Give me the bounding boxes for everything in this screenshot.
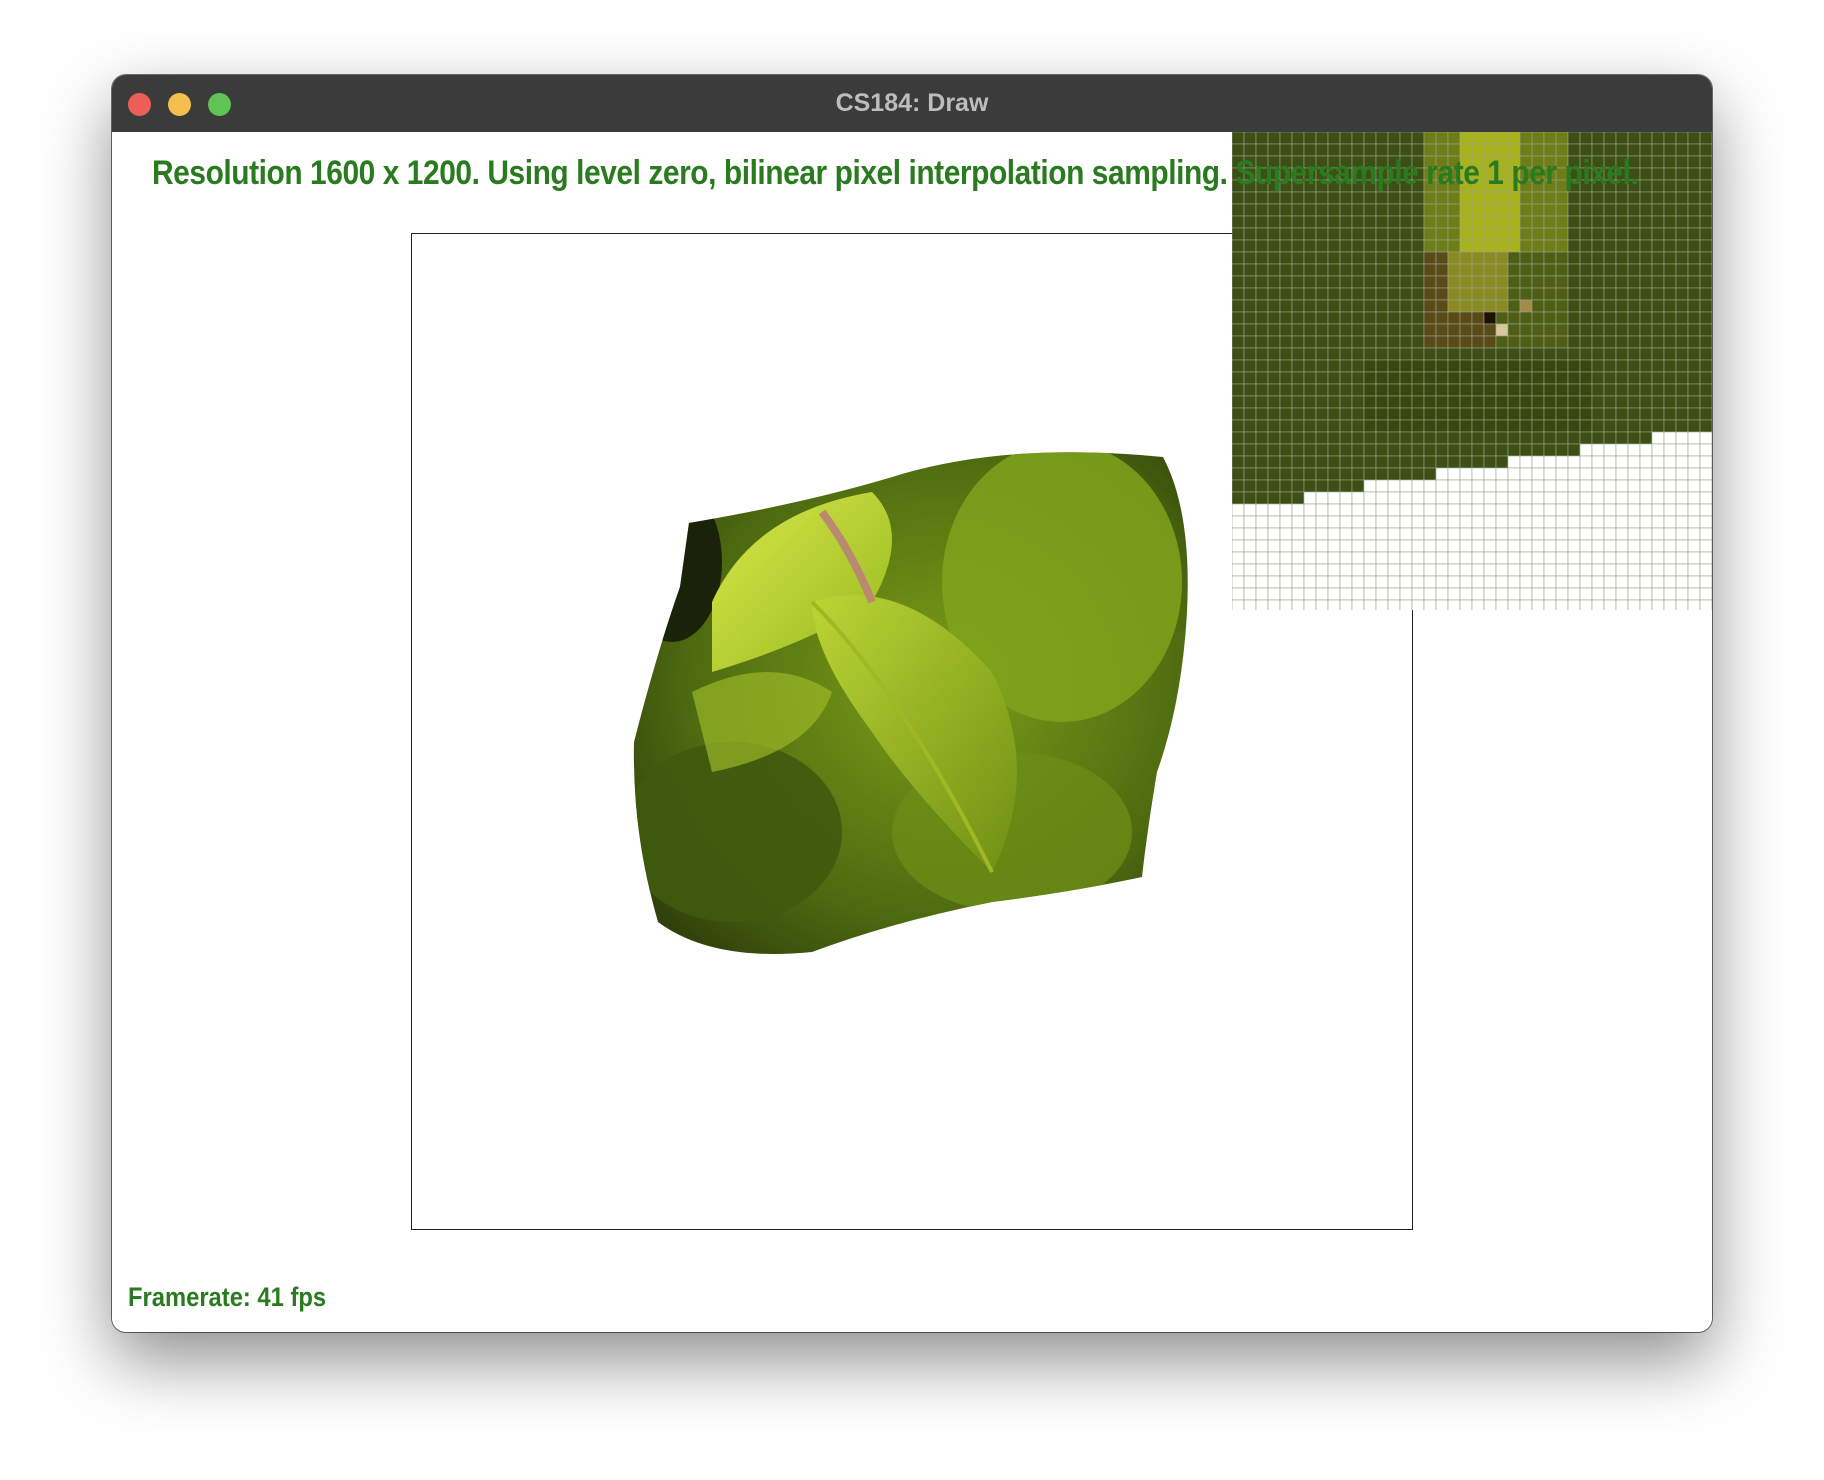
- app-window: CS184: Draw Resolution 1600 x 1200. Usin…: [112, 75, 1712, 1332]
- zoom-grid: [1232, 132, 1712, 610]
- leaf-photo: [633, 452, 1188, 954]
- pixel-inspector-zoom[interactable]: [1232, 132, 1712, 610]
- render-status-text: Resolution 1600 x 1200. Using level zero…: [152, 154, 1639, 192]
- title-bar[interactable]: CS184: Draw: [112, 75, 1712, 133]
- draw-canvas[interactable]: Resolution 1600 x 1200. Using level zero…: [112, 132, 1712, 1332]
- window-title: CS184: Draw: [835, 89, 989, 117]
- framerate-text: Framerate: 41 fps: [128, 1282, 327, 1312]
